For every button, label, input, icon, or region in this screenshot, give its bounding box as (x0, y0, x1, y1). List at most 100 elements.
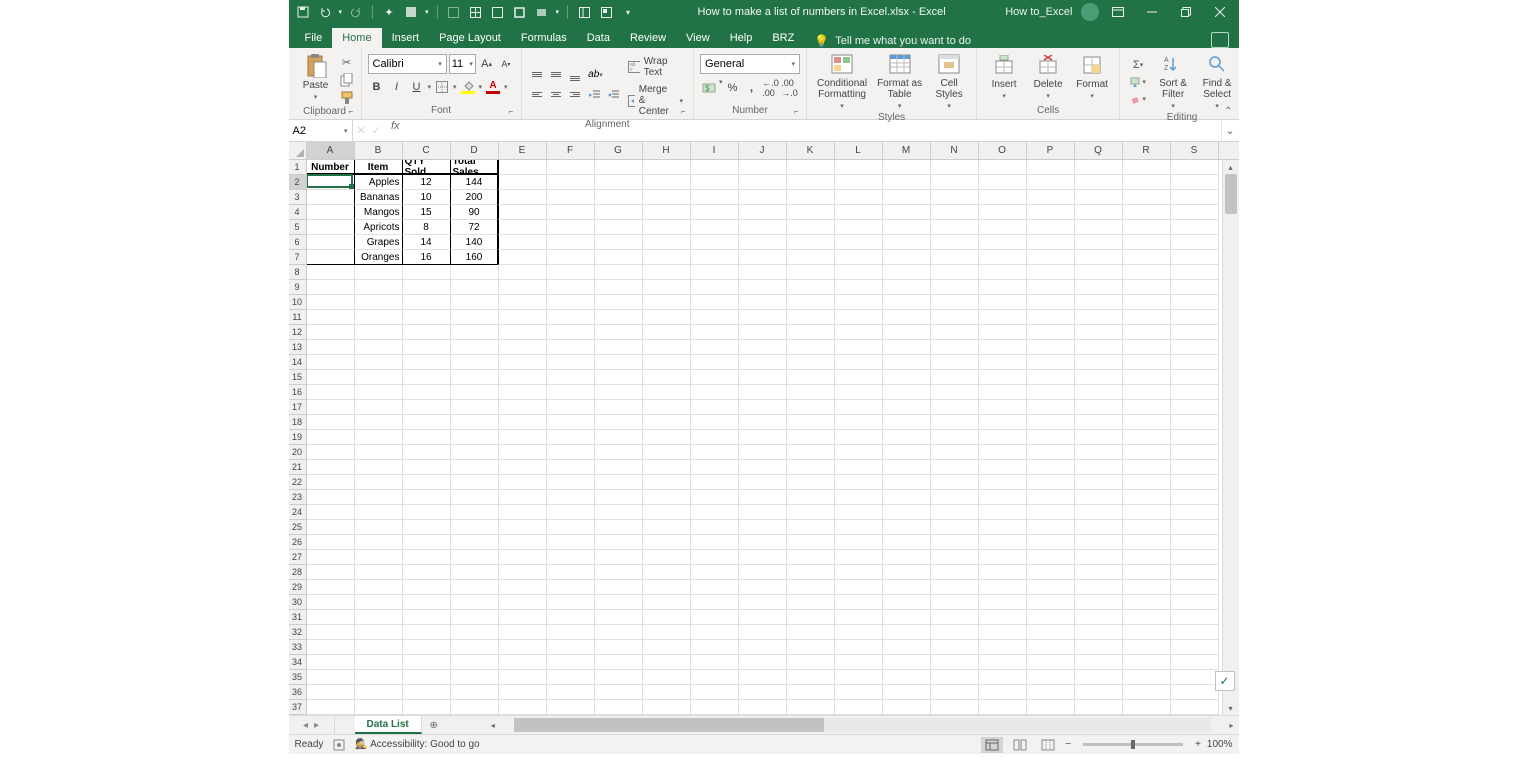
cell[interactable] (547, 685, 595, 700)
cell[interactable] (499, 430, 547, 445)
cell[interactable] (451, 550, 499, 565)
row-header[interactable]: 8 (289, 265, 306, 280)
row-header[interactable]: 4 (289, 205, 306, 220)
cell[interactable] (547, 400, 595, 415)
cell[interactable] (691, 700, 739, 715)
cell[interactable] (931, 400, 979, 415)
cell[interactable] (979, 700, 1027, 715)
col-header[interactable]: E (499, 142, 547, 159)
cell[interactable] (883, 520, 931, 535)
cell[interactable] (787, 355, 835, 370)
cell[interactable] (547, 625, 595, 640)
cell[interactable] (1171, 520, 1219, 535)
cell[interactable] (403, 490, 451, 505)
borders-icon[interactable] (433, 77, 451, 97)
cell[interactable] (883, 370, 931, 385)
cell[interactable] (883, 685, 931, 700)
cell[interactable] (499, 160, 547, 175)
cell[interactable] (595, 535, 643, 550)
cell[interactable] (931, 685, 979, 700)
cell[interactable] (451, 490, 499, 505)
cell[interactable] (979, 295, 1027, 310)
cell[interactable] (355, 700, 403, 715)
cell[interactable] (643, 610, 691, 625)
cell[interactable] (691, 190, 739, 205)
cell[interactable] (883, 490, 931, 505)
cell[interactable] (355, 445, 403, 460)
cell[interactable] (307, 340, 355, 355)
cell[interactable] (739, 460, 787, 475)
cell[interactable] (979, 460, 1027, 475)
cell[interactable] (1123, 415, 1171, 430)
row-header[interactable]: 33 (289, 640, 306, 655)
cell[interactable] (931, 235, 979, 250)
cell[interactable]: Total Sales (451, 160, 499, 175)
col-header[interactable]: I (691, 142, 739, 159)
cell[interactable] (835, 685, 883, 700)
cell[interactable] (931, 205, 979, 220)
border-thick-icon[interactable] (512, 4, 528, 20)
align-right-icon[interactable] (566, 86, 584, 104)
cell[interactable] (355, 460, 403, 475)
cell[interactable] (1027, 505, 1075, 520)
row-header[interactable]: 10 (289, 295, 306, 310)
cell[interactable] (691, 265, 739, 280)
cell[interactable] (787, 235, 835, 250)
cell[interactable] (691, 385, 739, 400)
cell[interactable] (1075, 640, 1123, 655)
scroll-up-icon[interactable]: ▴ (1223, 160, 1239, 174)
cell[interactable] (691, 520, 739, 535)
cell[interactable] (1075, 685, 1123, 700)
sort-filter-button[interactable]: AZ Sort & Filter▾ (1152, 50, 1194, 112)
cell[interactable] (355, 535, 403, 550)
cell[interactable] (355, 370, 403, 385)
cell[interactable] (1171, 370, 1219, 385)
cell[interactable] (403, 475, 451, 490)
cell[interactable] (787, 310, 835, 325)
cell[interactable] (307, 445, 355, 460)
cell[interactable] (979, 385, 1027, 400)
cell[interactable] (691, 220, 739, 235)
cell[interactable] (691, 250, 739, 265)
col-header[interactable]: D (451, 142, 499, 159)
cell[interactable] (1123, 685, 1171, 700)
cell[interactable] (931, 415, 979, 430)
cell[interactable] (739, 475, 787, 490)
cell[interactable] (355, 580, 403, 595)
cell[interactable] (643, 190, 691, 205)
row-header[interactable]: 34 (289, 655, 306, 670)
cell[interactable] (1075, 415, 1123, 430)
cell[interactable] (451, 595, 499, 610)
col-header[interactable]: Q (1075, 142, 1123, 159)
accounting-format-icon[interactable]: $ (700, 78, 718, 98)
cell[interactable] (1171, 295, 1219, 310)
cell[interactable] (547, 505, 595, 520)
cell[interactable] (307, 700, 355, 715)
cell[interactable] (835, 490, 883, 505)
cell[interactable] (1123, 535, 1171, 550)
cell[interactable] (1171, 265, 1219, 280)
cell[interactable] (595, 460, 643, 475)
cell[interactable] (1075, 460, 1123, 475)
cell[interactable] (1171, 490, 1219, 505)
cell[interactable] (739, 505, 787, 520)
cell[interactable] (739, 340, 787, 355)
cell[interactable] (595, 595, 643, 610)
cell[interactable] (403, 400, 451, 415)
cell[interactable]: 200 (451, 190, 499, 205)
add-sheet-icon[interactable]: ⊕ (422, 716, 446, 734)
cell[interactable] (451, 580, 499, 595)
cell[interactable] (787, 250, 835, 265)
cell[interactable] (1123, 220, 1171, 235)
cell[interactable] (643, 550, 691, 565)
increase-font-icon[interactable]: A▴ (478, 54, 495, 74)
cell[interactable] (1123, 325, 1171, 340)
tab-view[interactable]: View (676, 28, 720, 48)
cell[interactable] (499, 370, 547, 385)
cell[interactable] (835, 385, 883, 400)
cell[interactable] (1171, 220, 1219, 235)
cell[interactable] (355, 550, 403, 565)
collapse-ribbon-icon[interactable]: ⌃ (1224, 106, 1232, 117)
row-header[interactable]: 29 (289, 580, 306, 595)
format-as-table-button[interactable]: Format as Table▾ (873, 50, 926, 112)
